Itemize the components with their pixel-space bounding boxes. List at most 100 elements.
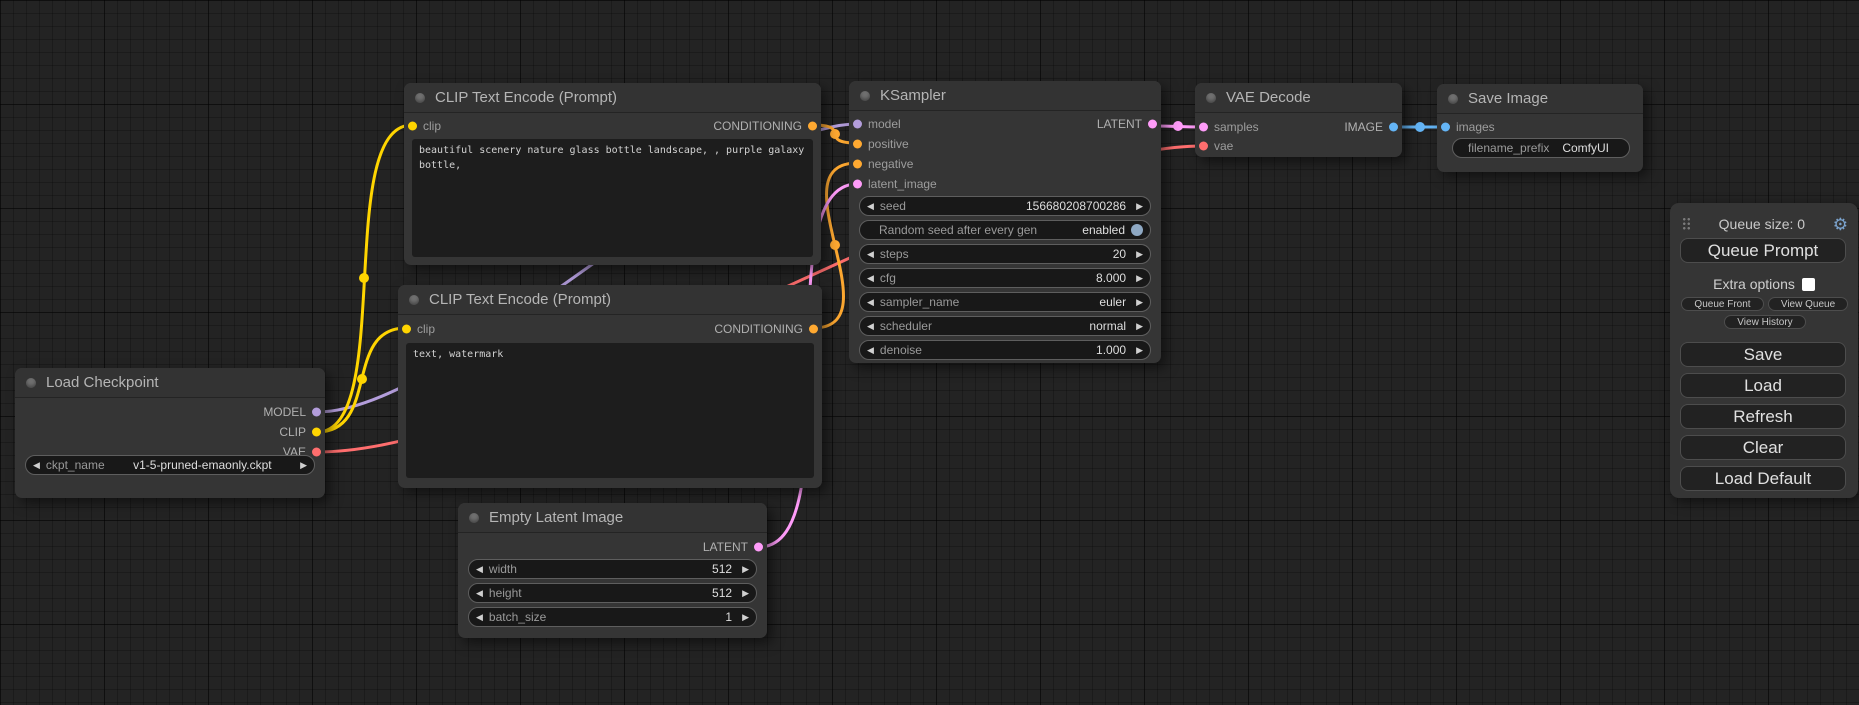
widget-label: denoise [880, 343, 922, 357]
positive-prompt-textarea[interactable]: beautiful scenery nature glass bottle la… [412, 139, 813, 257]
negative-prompt-textarea[interactable]: text, watermark [406, 343, 814, 478]
output-port-latent[interactable] [754, 543, 763, 552]
wire-midpoint-dot [359, 273, 369, 283]
node-titlebar[interactable]: Load Checkpoint [15, 368, 325, 398]
load-button[interactable]: Load [1680, 373, 1846, 398]
right-arrow-icon[interactable]: ▶ [1136, 346, 1143, 355]
widget-filename-prefix[interactable]: filename_prefix ComfyUI [1452, 138, 1630, 158]
node-save-image[interactable]: Save Image images filename_prefix ComfyU… [1437, 84, 1643, 172]
input-port-vae[interactable] [1199, 142, 1208, 151]
toggle-dot-icon[interactable] [1131, 224, 1143, 236]
clear-button[interactable]: Clear [1680, 435, 1846, 460]
widget-value: normal [1089, 319, 1126, 333]
node-titlebar[interactable]: CLIP Text Encode (Prompt) [398, 285, 822, 315]
right-arrow-icon[interactable]: ▶ [1136, 274, 1143, 283]
widget-value: 1.000 [1096, 343, 1126, 357]
left-arrow-icon[interactable]: ◀ [476, 589, 483, 598]
widget-steps[interactable]: ◀ steps 20 ▶ [859, 244, 1151, 264]
node-clip-text-encode-negative[interactable]: CLIP Text Encode (Prompt) clip CONDITION… [398, 285, 822, 488]
extra-options-checkbox[interactable] [1802, 278, 1815, 291]
node-collapse-dot-icon[interactable] [1206, 93, 1216, 103]
right-arrow-icon[interactable]: ▶ [742, 589, 749, 598]
left-arrow-icon[interactable]: ◀ [867, 274, 874, 283]
right-arrow-icon[interactable]: ▶ [300, 461, 307, 470]
output-port-image[interactable] [1389, 123, 1398, 132]
node-ksampler[interactable]: KSampler model LATENT positive negative … [849, 81, 1161, 363]
left-arrow-icon[interactable]: ◀ [867, 298, 874, 307]
left-arrow-icon[interactable]: ◀ [476, 565, 483, 574]
node-collapse-dot-icon[interactable] [415, 93, 425, 103]
node-title-text: Save Image [1468, 90, 1548, 107]
node-titlebar[interactable]: Empty Latent Image [458, 503, 767, 533]
widget-value: 156680208700286 [1026, 199, 1126, 213]
node-titlebar[interactable]: KSampler [849, 81, 1161, 111]
widget-label: height [489, 586, 522, 600]
view-history-button[interactable]: View History [1724, 315, 1806, 329]
widget-label: width [489, 562, 517, 576]
widget-width[interactable]: ◀ width 512 ▶ [468, 559, 757, 579]
right-arrow-icon[interactable]: ▶ [742, 613, 749, 622]
refresh-button[interactable]: Refresh [1680, 404, 1846, 429]
left-arrow-icon[interactable]: ◀ [476, 613, 483, 622]
output-port-conditioning[interactable] [809, 325, 818, 334]
widget-ckpt-name[interactable]: ◀ ckpt_name v1-5-pruned-emaonly.ckpt ▶ [25, 455, 315, 475]
node-clip-text-encode-positive[interactable]: CLIP Text Encode (Prompt) clip CONDITION… [404, 83, 821, 265]
node-load-checkpoint[interactable]: Load Checkpoint MODEL CLIP VAE ◀ ckpt_na… [15, 368, 325, 498]
input-port-samples[interactable] [1199, 123, 1208, 132]
right-arrow-icon[interactable]: ▶ [1136, 202, 1143, 211]
left-arrow-icon[interactable]: ◀ [867, 346, 874, 355]
input-port-negative[interactable] [853, 160, 862, 169]
input-port-latent-image[interactable] [853, 180, 862, 189]
widget-random-seed-toggle[interactable]: Random seed after every gen enabled [859, 220, 1151, 240]
widget-sampler-name[interactable]: ◀ sampler_name euler ▶ [859, 292, 1151, 312]
widget-value: euler [1099, 295, 1126, 309]
widget-value: 1 [725, 610, 732, 624]
node-titlebar[interactable]: VAE Decode [1195, 83, 1402, 113]
widget-denoise[interactable]: ◀ denoise 1.000 ▶ [859, 340, 1151, 360]
output-port-latent[interactable] [1148, 120, 1157, 129]
input-port-clip[interactable] [408, 122, 417, 131]
view-queue-button[interactable]: View Queue [1768, 297, 1848, 311]
input-port-model[interactable] [853, 120, 862, 129]
left-arrow-icon[interactable]: ◀ [867, 250, 874, 259]
right-arrow-icon[interactable]: ▶ [1136, 298, 1143, 307]
node-vae-decode[interactable]: VAE Decode samples IMAGE vae [1195, 83, 1402, 157]
input-port-clip[interactable] [402, 325, 411, 334]
drag-handle-icon[interactable] [1682, 217, 1691, 231]
output-port-conditioning[interactable] [808, 122, 817, 131]
left-arrow-icon[interactable]: ◀ [867, 322, 874, 331]
node-titlebar[interactable]: CLIP Text Encode (Prompt) [404, 83, 821, 113]
queue-front-button[interactable]: Queue Front [1681, 297, 1764, 311]
node-collapse-dot-icon[interactable] [860, 91, 870, 101]
widget-seed[interactable]: ◀ seed 156680208700286 ▶ [859, 196, 1151, 216]
widget-scheduler[interactable]: ◀ scheduler normal ▶ [859, 316, 1151, 336]
widget-batch-size[interactable]: ◀ batch_size 1 ▶ [468, 607, 757, 627]
right-arrow-icon[interactable]: ▶ [742, 565, 749, 574]
right-arrow-icon[interactable]: ▶ [1136, 250, 1143, 259]
node-titlebar[interactable]: Save Image [1437, 84, 1643, 114]
right-arrow-icon[interactable]: ▶ [1136, 322, 1143, 331]
node-empty-latent-image[interactable]: Empty Latent Image LATENT ◀ width 512 ▶ … [458, 503, 767, 638]
queue-prompt-button[interactable]: Queue Prompt [1680, 238, 1846, 263]
widget-cfg[interactable]: ◀ cfg 8.000 ▶ [859, 268, 1151, 288]
left-arrow-icon[interactable]: ◀ [33, 461, 40, 470]
output-label-image: IMAGE [1344, 120, 1383, 134]
node-collapse-dot-icon[interactable] [26, 378, 36, 388]
output-port-model[interactable] [312, 408, 321, 417]
output-label-clip: CLIP [279, 425, 306, 439]
input-port-positive[interactable] [853, 140, 862, 149]
input-port-images[interactable] [1441, 123, 1450, 132]
output-port-clip[interactable] [312, 428, 321, 437]
load-default-button[interactable]: Load Default [1680, 466, 1846, 491]
widget-label: batch_size [489, 610, 546, 624]
left-arrow-icon[interactable]: ◀ [867, 202, 874, 211]
input-label-clip: clip [423, 119, 441, 133]
output-port-vae[interactable] [312, 448, 321, 457]
widget-height[interactable]: ◀ height 512 ▶ [468, 583, 757, 603]
input-label-images: images [1456, 120, 1495, 134]
save-button[interactable]: Save [1680, 342, 1846, 367]
node-collapse-dot-icon[interactable] [469, 513, 479, 523]
node-collapse-dot-icon[interactable] [409, 295, 419, 305]
settings-gear-icon[interactable]: ⚙ [1833, 216, 1848, 233]
node-collapse-dot-icon[interactable] [1448, 94, 1458, 104]
